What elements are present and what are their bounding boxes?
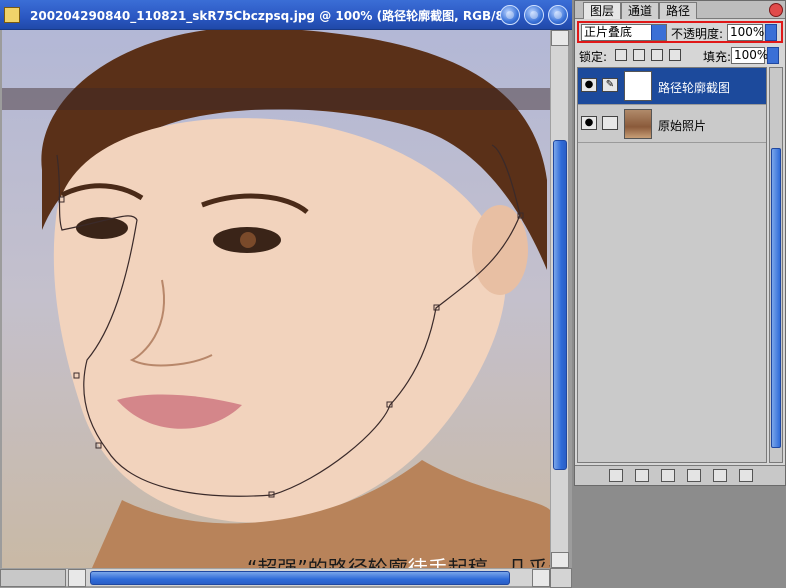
scroll-left-button[interactable] [68, 569, 86, 587]
delete-layer-icon[interactable] [739, 469, 753, 482]
layer-thumbnail [624, 71, 652, 101]
opacity-label: 不透明度: [671, 27, 724, 41]
document-window: 200204290840_110821_skR75Cbczpsq.jpg @ 1… [0, 0, 572, 588]
horizontal-scrollbar[interactable] [0, 568, 550, 587]
layer-row-path-screenshot[interactable]: ● ✎ 路径轮廓截图 [578, 68, 766, 105]
layer-mask-icon[interactable] [635, 469, 649, 482]
horizontal-scroll-thumb[interactable] [90, 571, 510, 585]
panel-tabs: 图层 通道 路径 [575, 1, 785, 19]
resize-corner[interactable] [550, 568, 572, 588]
layers-palette: 图层 通道 路径 正片叠底 不透明度: 100% 锁定: 填充: 100% ● … [572, 0, 786, 588]
caption-part-2: 起稿，几乎丝毫不差！ [447, 556, 550, 568]
new-group-icon[interactable] [661, 469, 675, 482]
eye-icon[interactable]: ● [581, 116, 597, 130]
lock-transparency-icon[interactable] [615, 49, 627, 61]
fill-slider-arrow[interactable] [767, 47, 779, 64]
layer-thumbnail [624, 109, 652, 139]
vertical-scrollbar[interactable] [550, 30, 569, 568]
layer-style-icon[interactable] [609, 469, 623, 482]
document-title: 200204290840_110821_skR75Cbczpsq.jpg @ 1… [30, 9, 520, 23]
lock-move-icon[interactable] [651, 49, 663, 61]
tab-layers[interactable]: 图层 [583, 2, 622, 19]
blend-mode-select[interactable]: 正片叠底 [581, 24, 667, 41]
layers-panel-body: 图层 通道 路径 正片叠底 不透明度: 100% 锁定: 填充: 100% ● … [574, 0, 786, 486]
app-root: 200204290840_110821_skR75Cbczpsq.jpg @ 1… [0, 0, 786, 588]
right-iris [240, 232, 256, 248]
document-icon [4, 7, 20, 23]
scroll-down-button[interactable] [551, 552, 569, 568]
link-icon[interactable] [602, 116, 618, 130]
opacity-slider-arrow[interactable] [765, 24, 777, 41]
blend-opacity-row: 正片叠底 不透明度: 100% [577, 21, 783, 43]
lock-row: 锁定: 填充: 100% [579, 47, 783, 65]
maximize-button[interactable] [524, 5, 544, 25]
chevron-down-icon[interactable] [651, 25, 666, 40]
portrait-illustration [2, 30, 550, 568]
lock-paint-icon[interactable] [633, 49, 645, 61]
face-shape [53, 118, 506, 523]
caption-part-1: “超强”的路径轮廓 [247, 556, 408, 568]
layer-row-original-photo[interactable]: ● 原始照片 [578, 106, 766, 143]
lock-label: 锁定: [579, 50, 608, 64]
eye-icon[interactable]: ● [581, 78, 597, 92]
panel-menu-icon[interactable] [769, 3, 783, 17]
opacity-field[interactable]: 100% [727, 24, 764, 41]
document-titlebar[interactable]: 200204290840_110821_skR75Cbczpsq.jpg @ 1… [0, 0, 572, 30]
zoom-field[interactable] [0, 569, 66, 587]
fill-label: 填充: [703, 50, 732, 64]
scroll-right-button[interactable] [532, 569, 550, 587]
adjustment-layer-icon[interactable] [687, 469, 701, 482]
image-canvas[interactable]: “超强”的路径轮廓徒手起稿，几乎丝毫不差！ [2, 30, 550, 568]
layers-scrollbar[interactable] [769, 67, 783, 463]
blend-mode-value: 正片叠底 [584, 25, 633, 39]
vertical-scroll-thumb[interactable] [553, 140, 567, 470]
caption-text: “超强”的路径轮廓徒手起稿，几乎丝毫不差！ [247, 552, 550, 568]
layer-name: 原始照片 [658, 119, 707, 133]
layers-bottom-toolbar [575, 465, 785, 485]
brush-icon[interactable]: ✎ [602, 78, 618, 92]
tab-paths[interactable]: 路径 [659, 2, 698, 19]
layers-list: ● ✎ 路径轮廓截图 ● 原始照片 [577, 67, 767, 463]
caption-highlight: 徒手 [407, 556, 448, 568]
overlay-band [2, 88, 550, 110]
lock-all-icon[interactable] [669, 49, 681, 61]
close-button[interactable] [548, 5, 568, 25]
layer-name: 路径轮廓截图 [658, 81, 731, 95]
minimize-button[interactable] [500, 5, 520, 25]
scroll-up-button[interactable] [551, 30, 569, 46]
new-layer-icon[interactable] [713, 469, 727, 482]
tab-channels[interactable]: 通道 [621, 2, 660, 19]
layers-scroll-thumb[interactable] [771, 148, 781, 448]
fill-field[interactable]: 100% [731, 47, 768, 64]
